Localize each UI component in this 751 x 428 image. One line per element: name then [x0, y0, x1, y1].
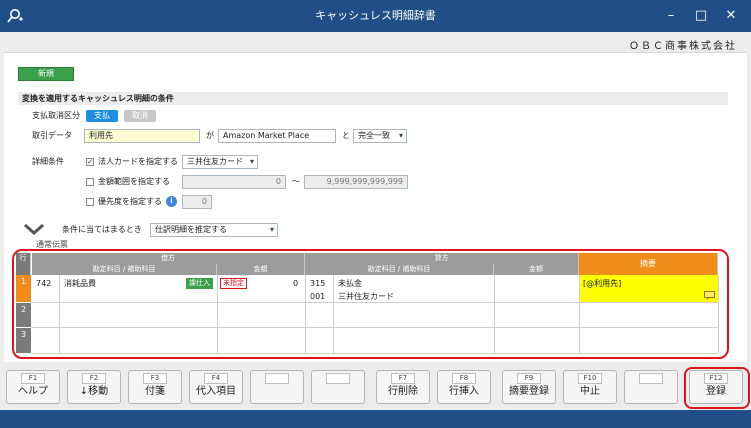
corp-card-checkbox[interactable]: ✓ — [86, 158, 94, 166]
f4-assign-button[interactable]: F4 代入項目 — [189, 370, 243, 404]
company-name: ＯＢＣ商事株式会社 — [629, 41, 737, 52]
f10-key: F10 — [578, 373, 602, 384]
f7-key: F7 — [391, 373, 415, 384]
title-bar: キャッシュレス明細辞書 – □ ✕ — [0, 0, 751, 32]
priority-input[interactable]: 0 — [182, 195, 212, 209]
f11-key — [639, 373, 663, 384]
trade-data-label: 取引データ — [32, 131, 72, 140]
corp-card-select[interactable]: 三井住友カード — [182, 155, 258, 169]
f1-label: ヘルプ — [18, 386, 48, 397]
info-icon[interactable]: i — [166, 196, 177, 207]
payment-toggle-active[interactable]: 支払 — [86, 110, 118, 122]
f10-label: 中止 — [580, 386, 600, 397]
register-button-highlight — [684, 367, 750, 409]
f8-insert-row-button[interactable]: F8 行挿入 — [437, 370, 491, 404]
priority-label: 優先度を指定する — [98, 197, 162, 206]
window-title: キャッシュレス明細辞書 — [315, 9, 436, 22]
rule-label: 条件に当てはまるとき — [62, 225, 142, 234]
f5-blank-button[interactable] — [250, 370, 304, 404]
f2-label: ↓移動 — [79, 386, 109, 397]
ga-label: が — [206, 131, 214, 140]
trade-field-input[interactable]: 利用先 — [84, 129, 200, 143]
payment-label: 支払取消区分 — [32, 111, 80, 120]
f8-label: 行挿入 — [449, 386, 479, 397]
match-select-value: 完全一致 — [358, 131, 390, 140]
f9-register-memo-button[interactable]: F9 摘要登録 — [502, 370, 556, 404]
f9-label: 摘要登録 — [509, 386, 549, 397]
rule-select[interactable]: 仕訳明細を推定する — [150, 223, 278, 237]
amount-from-input[interactable]: 0 — [182, 175, 286, 189]
minimize-button[interactable]: – — [656, 0, 686, 32]
close-button[interactable]: ✕ — [716, 0, 746, 32]
f2-move-button[interactable]: F2 ↓移動 — [67, 370, 121, 404]
f6-key — [326, 373, 350, 384]
priority-checkbox[interactable] — [86, 198, 94, 206]
f9-key: F9 — [517, 373, 541, 384]
status-bar — [0, 410, 751, 428]
amount-range-checkbox[interactable] — [86, 178, 94, 186]
to-label: と — [342, 131, 350, 140]
payment-toggle-cancel[interactable]: 取消 — [124, 110, 156, 122]
f1-key: F1 — [21, 373, 45, 384]
match-select[interactable]: 完全一致 — [353, 129, 407, 143]
f5-key — [265, 373, 289, 384]
f3-label: 付箋 — [145, 386, 165, 397]
f2-key: F2 — [82, 373, 106, 384]
f11-blank-button[interactable] — [624, 370, 678, 404]
amount-range-label: 金額範囲を指定する — [98, 177, 170, 186]
f4-key: F4 — [204, 373, 228, 384]
f6-blank-button[interactable] — [311, 370, 365, 404]
f7-delete-row-button[interactable]: F7 行削除 — [376, 370, 430, 404]
detail-conditions-label: 詳細条件 — [32, 157, 64, 166]
new-badge: 新規 — [18, 67, 74, 81]
function-key-bar: F1 ヘルプ F2 ↓移動 F3 付箋 F4 代入項目 F7 行削除 F8 行挿入 F9 摘要… — [0, 370, 751, 410]
corp-card-select-value: 三井住友カード — [187, 157, 243, 166]
rule-select-value: 仕訳明細を推定する — [155, 225, 227, 234]
chevron-down-icon[interactable] — [22, 222, 46, 236]
trade-value-input[interactable]: Amazon Market Place — [218, 129, 336, 143]
f8-key: F8 — [452, 373, 476, 384]
f3-sticky-button[interactable]: F3 付箋 — [128, 370, 182, 404]
f4-label: 代入項目 — [196, 386, 236, 397]
f1-help-button[interactable]: F1 ヘルプ — [6, 370, 60, 404]
maximize-button[interactable]: □ — [686, 0, 716, 32]
amount-to-input[interactable]: 9,999,999,999,999 — [304, 175, 408, 189]
f3-key: F3 — [143, 373, 167, 384]
f10-cancel-button[interactable]: F10 中止 — [563, 370, 617, 404]
tilde-label: 〜 — [292, 177, 300, 186]
corp-card-label: 法人カードを指定する — [98, 157, 178, 166]
grid-highlight — [12, 249, 729, 359]
f7-label: 行削除 — [388, 386, 418, 397]
conditions-header: 変換を適用するキャッシュレス明細の条件 — [18, 92, 728, 105]
